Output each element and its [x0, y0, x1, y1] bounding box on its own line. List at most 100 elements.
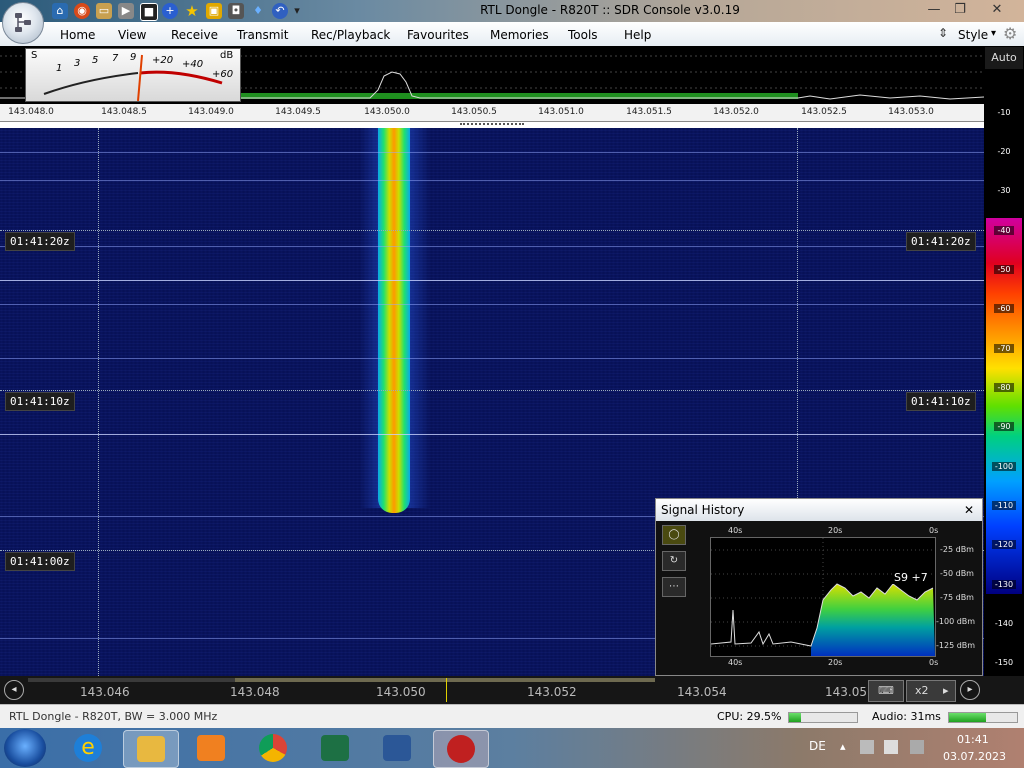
chrome-icon[interactable]: [246, 730, 300, 766]
history-reset-button[interactable]: ↻: [662, 551, 686, 571]
db-tick: +60: [212, 69, 234, 80]
zoom-value: x2: [915, 684, 929, 697]
tray-expand-icon[interactable]: ▴: [840, 740, 846, 753]
freq-tick: 143.052.0: [713, 107, 759, 117]
timestamp-left: 01:41:20z: [5, 232, 75, 251]
db-tick: +40: [182, 59, 204, 70]
db-tick: +20: [152, 55, 174, 66]
audio-meter: [948, 712, 1018, 723]
menu-receive[interactable]: Receive: [171, 28, 218, 42]
help-ring-icon[interactable]: ◉: [74, 3, 90, 19]
excel-icon[interactable]: [308, 730, 362, 766]
tint-icon[interactable]: ♦: [250, 3, 266, 19]
menu-memories[interactable]: Memories: [490, 28, 549, 42]
freq-tick: 143.052.5: [801, 107, 847, 117]
menu-view[interactable]: View: [118, 28, 146, 42]
style-menu[interactable]: Style: [958, 28, 988, 42]
frequency-scale[interactable]: 143.048.0 143.048.5 143.049.0 143.049.5 …: [0, 104, 984, 122]
windows-start-icon[interactable]: [4, 729, 46, 767]
history-record-button[interactable]: ◯: [662, 525, 686, 545]
file-explorer-icon[interactable]: [123, 730, 179, 768]
style-dropdown-icon[interactable]: ▾: [991, 28, 996, 39]
db-scale-tick: -20: [986, 147, 1022, 156]
db-scale-tick: -40: [986, 226, 1022, 235]
navigator-range-bar[interactable]: [28, 678, 655, 682]
quick-access-overflow-icon[interactable]: ▾: [292, 3, 302, 19]
stop-icon[interactable]: ■: [140, 3, 158, 21]
history-axis-y: -125 dBm: [936, 641, 976, 650]
zoom-selector[interactable]: x2 ▸: [906, 680, 956, 702]
media-player-icon[interactable]: [184, 730, 238, 766]
maximize-button[interactable]: ❐: [946, 1, 974, 19]
db-scale-tick: -60: [986, 304, 1022, 313]
clock-time[interactable]: 01:41: [957, 733, 989, 746]
clock-date[interactable]: 03.07.2023: [943, 750, 1006, 763]
style-sort-icon: ⇕: [938, 26, 949, 40]
nav-freq-label: 143.052: [527, 685, 577, 699]
s-tick: 1: [56, 63, 63, 74]
db-scale-tick: -140: [986, 619, 1022, 628]
s-tick: 7: [112, 53, 119, 64]
internet-explorer-icon[interactable]: e: [62, 730, 116, 766]
db-scale-tick: -50: [986, 265, 1022, 274]
tray-device-icon[interactable]: [860, 740, 874, 754]
menu-tools[interactable]: Tools: [568, 28, 598, 42]
menu-help[interactable]: Help: [624, 28, 651, 42]
sdr-console-icon[interactable]: [433, 730, 489, 768]
tray-volume-icon[interactable]: [910, 740, 924, 754]
keyboard-icon[interactable]: ⌨: [868, 680, 904, 702]
signal-history-title: Signal History: [661, 503, 745, 517]
signal-trace: [378, 128, 410, 513]
menu-rec-playback[interactable]: Rec/Playback: [311, 28, 390, 42]
favourite-star-icon[interactable]: ★: [184, 3, 200, 19]
gear-icon[interactable]: ⚙: [1003, 24, 1017, 43]
signal-history-header[interactable]: Signal History ✕: [656, 499, 982, 521]
play-icon[interactable]: ▶: [118, 3, 134, 19]
close-icon[interactable]: ✕: [964, 499, 974, 521]
menu-transmit[interactable]: Transmit: [237, 28, 288, 42]
signal-history-panel: Signal History ✕ ◯ ↻ ⋯ 40s 20s 0s S9 +7 …: [655, 498, 983, 676]
language-indicator[interactable]: DE: [809, 739, 826, 753]
add-icon[interactable]: +: [162, 3, 178, 19]
auto-level-button[interactable]: Auto: [985, 47, 1023, 69]
nav-prev-button[interactable]: ◂: [4, 680, 24, 700]
nav-next-button[interactable]: ▸: [960, 680, 980, 700]
undo-icon[interactable]: ↶: [272, 3, 288, 19]
signal-reading: S9 +7: [892, 571, 930, 584]
s-tick: 5: [92, 55, 99, 66]
db-scale-tick: -90: [986, 422, 1022, 431]
history-axis-top: 20s: [828, 526, 843, 535]
zoom-arrow-icon: ▸: [943, 684, 949, 697]
lock-icon[interactable]: ▣: [206, 3, 222, 19]
history-options-button[interactable]: ⋯: [662, 577, 686, 597]
audio-status: Audio: 31ms: [872, 710, 941, 723]
word-icon[interactable]: [370, 730, 424, 766]
tray-network-icon[interactable]: [884, 740, 898, 754]
navigator-visible-span[interactable]: [235, 678, 655, 682]
db-scale-tick: -10: [986, 108, 1022, 117]
window-title: RTL Dongle - R820T :: SDR Console v3.0.1…: [480, 3, 740, 17]
history-axis-bottom: 20s: [828, 658, 843, 667]
freq-tick: 143.048.0: [8, 107, 54, 117]
camera-icon[interactable]: ◘: [228, 3, 244, 19]
history-axis-top: 40s: [728, 526, 743, 535]
cpu-status: CPU: 29.5%: [717, 710, 782, 723]
s-unit-label: S: [31, 50, 38, 61]
db-unit-label: dB: [220, 50, 234, 61]
db-scale-tick: -110: [986, 501, 1022, 510]
meter-needle: [137, 54, 143, 101]
freq-tick: 143.050.5: [451, 107, 497, 117]
waterfall-color-bar[interactable]: [986, 218, 1022, 594]
db-scale-tick: -30: [986, 186, 1022, 195]
app-menu-button[interactable]: [2, 2, 44, 44]
freq-tick: 143.048.5: [101, 107, 147, 117]
device-status: RTL Dongle - R820T, BW = 3.000 MHz: [9, 710, 218, 723]
menu-favourites[interactable]: Favourites: [407, 28, 469, 42]
close-button[interactable]: ✕: [975, 1, 1019, 19]
menu-home[interactable]: Home: [60, 28, 95, 42]
history-axis-bottom: 40s: [728, 658, 743, 667]
minimize-button[interactable]: —: [920, 1, 948, 19]
history-axis-bottom: 0s: [929, 658, 939, 667]
folder-icon[interactable]: ▭: [96, 3, 112, 19]
home-icon[interactable]: ⌂: [52, 3, 68, 19]
